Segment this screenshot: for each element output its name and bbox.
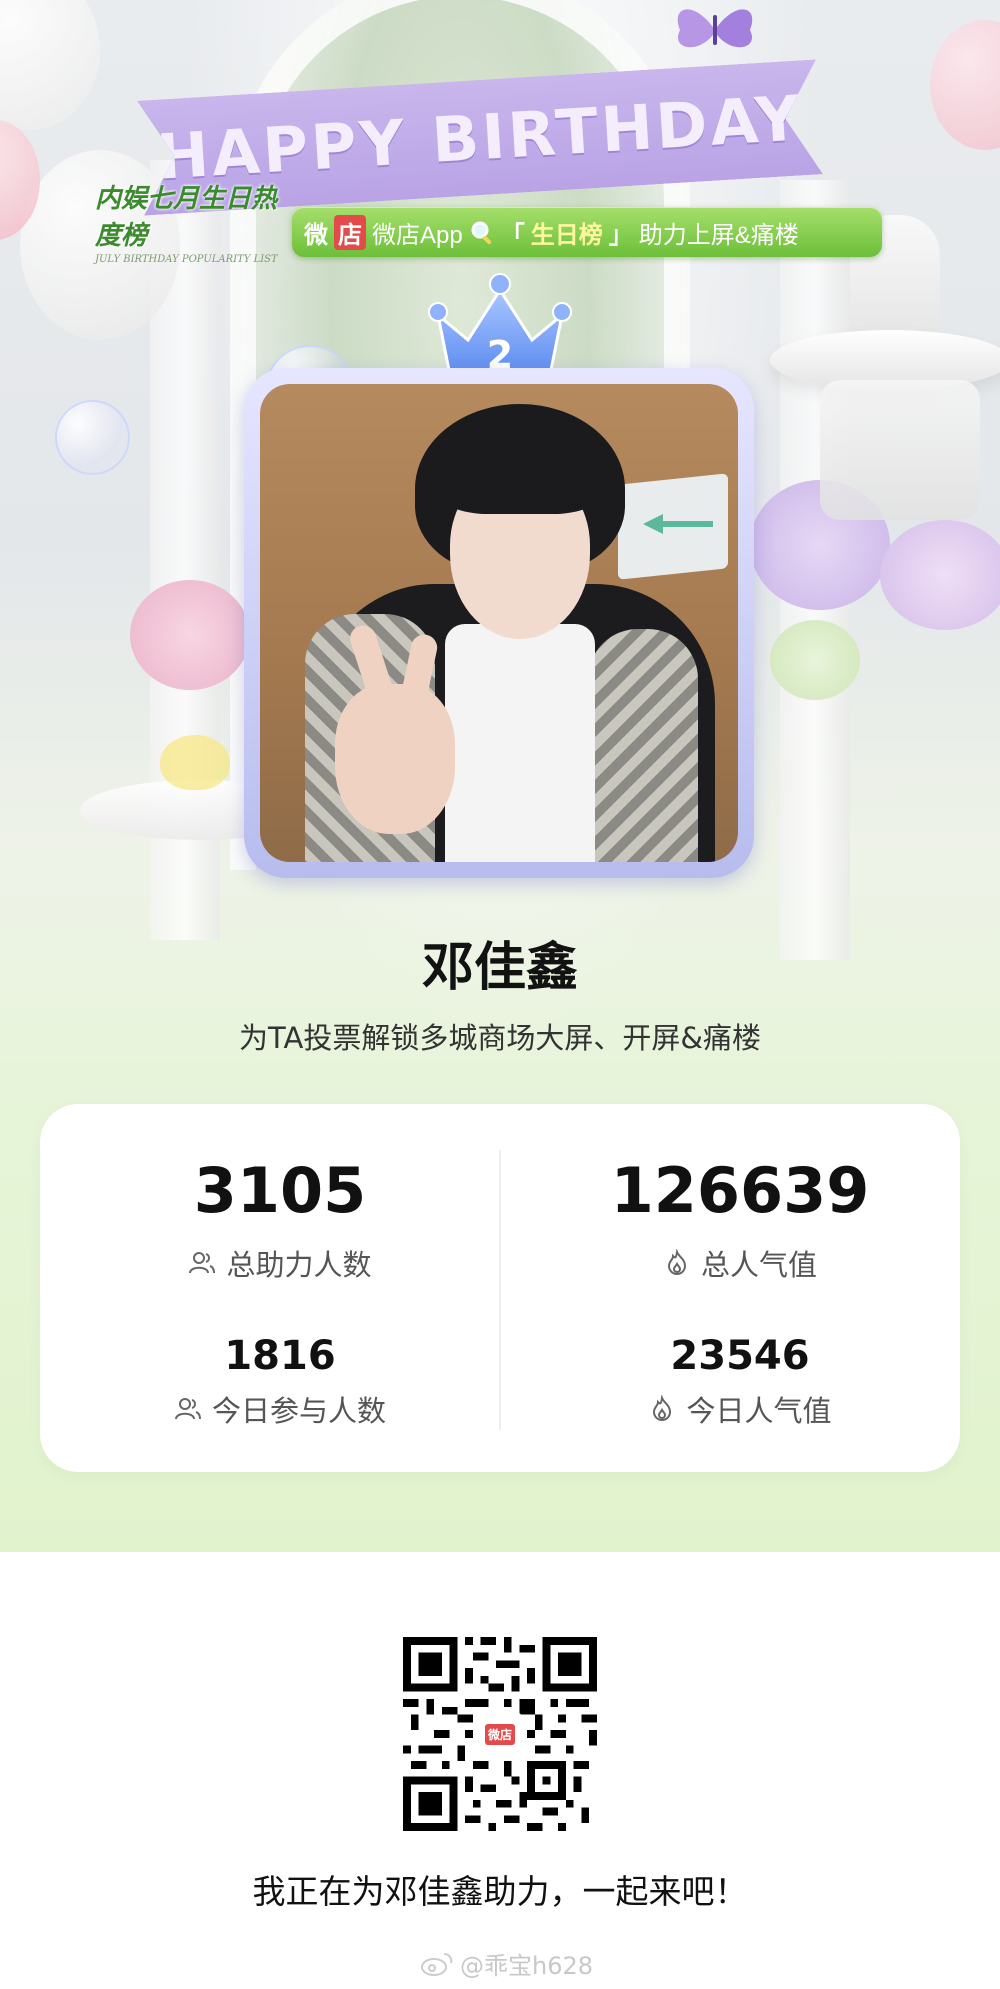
soap-bubble xyxy=(55,400,130,475)
stat-label: 今日参与人数 xyxy=(211,1394,386,1428)
stat-value: 3105 xyxy=(193,1154,367,1227)
stat-label: 今日人气值 xyxy=(686,1394,832,1428)
person-sleeve xyxy=(588,629,698,862)
person-hand xyxy=(335,684,455,834)
stat-label: 总人气值 xyxy=(700,1248,817,1282)
flame-icon xyxy=(653,1395,672,1421)
butterfly-icon xyxy=(677,9,753,48)
stat-value: 126639 xyxy=(610,1154,870,1227)
flame-icon xyxy=(667,1249,686,1275)
weibo-watermark: @乖宝h628 xyxy=(420,1946,593,1981)
profile-subtitle: 为TA投票解锁多城商场大屏、开屏&痛楼 xyxy=(239,1021,761,1055)
qr-center-logo: 微店 xyxy=(478,1712,522,1756)
person-bangs xyxy=(438,439,603,514)
logo-subtitle: JULY BIRTHDAY POPULARITY LIST xyxy=(95,254,278,265)
bracket-open: 「 xyxy=(500,221,525,249)
balloon xyxy=(0,0,100,130)
crown-icon: 2 xyxy=(428,273,572,377)
profile-photo xyxy=(260,384,738,862)
qr-badge: 微店 xyxy=(484,1723,515,1745)
hydrangea-cluster xyxy=(880,520,1000,630)
stat-label-row: 今日人气值 xyxy=(520,1388,960,1430)
person-shirt xyxy=(445,624,595,862)
arrow-icon xyxy=(643,514,713,534)
watermark-text: @乖宝h628 xyxy=(460,1952,594,1980)
weidian-brand-b: 店 xyxy=(334,214,366,250)
stat-label-row: 今日参与人数 xyxy=(60,1388,500,1430)
profile-name: 邓佳鑫 xyxy=(421,938,578,998)
promo-suffix: 助力上屏&痛楼 xyxy=(638,221,799,249)
weidian-app-text: 微店App xyxy=(372,221,463,249)
logo-title: 内娱七月生日热度榜 xyxy=(95,184,278,251)
stats-card: 3105 总助力人数 126639 总人气值 1816 今日参与人数 23546… xyxy=(40,1104,960,1472)
people-icon xyxy=(189,1252,216,1274)
stat-total-helpers: 3105 总助力人数 xyxy=(60,1160,500,1284)
stat-label: 总助力人数 xyxy=(226,1248,372,1282)
search-icon xyxy=(471,221,491,245)
weibo-icon xyxy=(421,1952,453,1976)
fountain-base xyxy=(820,380,980,520)
banner-text: HAPPY BIRTHDAY xyxy=(154,81,806,194)
share-cta-text: 我正在为邓佳鑫助力，一起来吧！ xyxy=(252,1872,748,1911)
stat-today-participants: 1816 今日参与人数 xyxy=(60,1336,500,1430)
stat-label-row: 总助力人数 xyxy=(60,1242,500,1284)
balloon xyxy=(930,20,1000,150)
people-icon xyxy=(174,1398,201,1420)
stat-today-popularity: 23546 今日人气值 xyxy=(520,1336,960,1430)
leaf-cluster xyxy=(770,620,860,700)
stat-value: 23546 xyxy=(670,1333,810,1379)
july-birthday-logo: 内娱七月生日热度榜 JULY BIRTHDAY POPULARITY LIST xyxy=(95,178,295,268)
bracket-close: 」 xyxy=(608,221,633,249)
stat-total-popularity: 126639 总人气值 xyxy=(520,1160,960,1284)
profile-photo-frame xyxy=(244,368,754,878)
stat-label-row: 总人气值 xyxy=(520,1242,960,1284)
rubber-duck xyxy=(160,735,230,790)
weidian-brand-a: 微 xyxy=(304,221,328,249)
stat-value: 1816 xyxy=(224,1333,336,1379)
birthday-list-highlight: 生日榜 xyxy=(530,221,603,249)
rose-cluster xyxy=(130,580,250,690)
weidian-promo-pill[interactable]: 微 店 微店App 「 生日榜 」 助力上屏&痛楼 xyxy=(292,207,882,257)
